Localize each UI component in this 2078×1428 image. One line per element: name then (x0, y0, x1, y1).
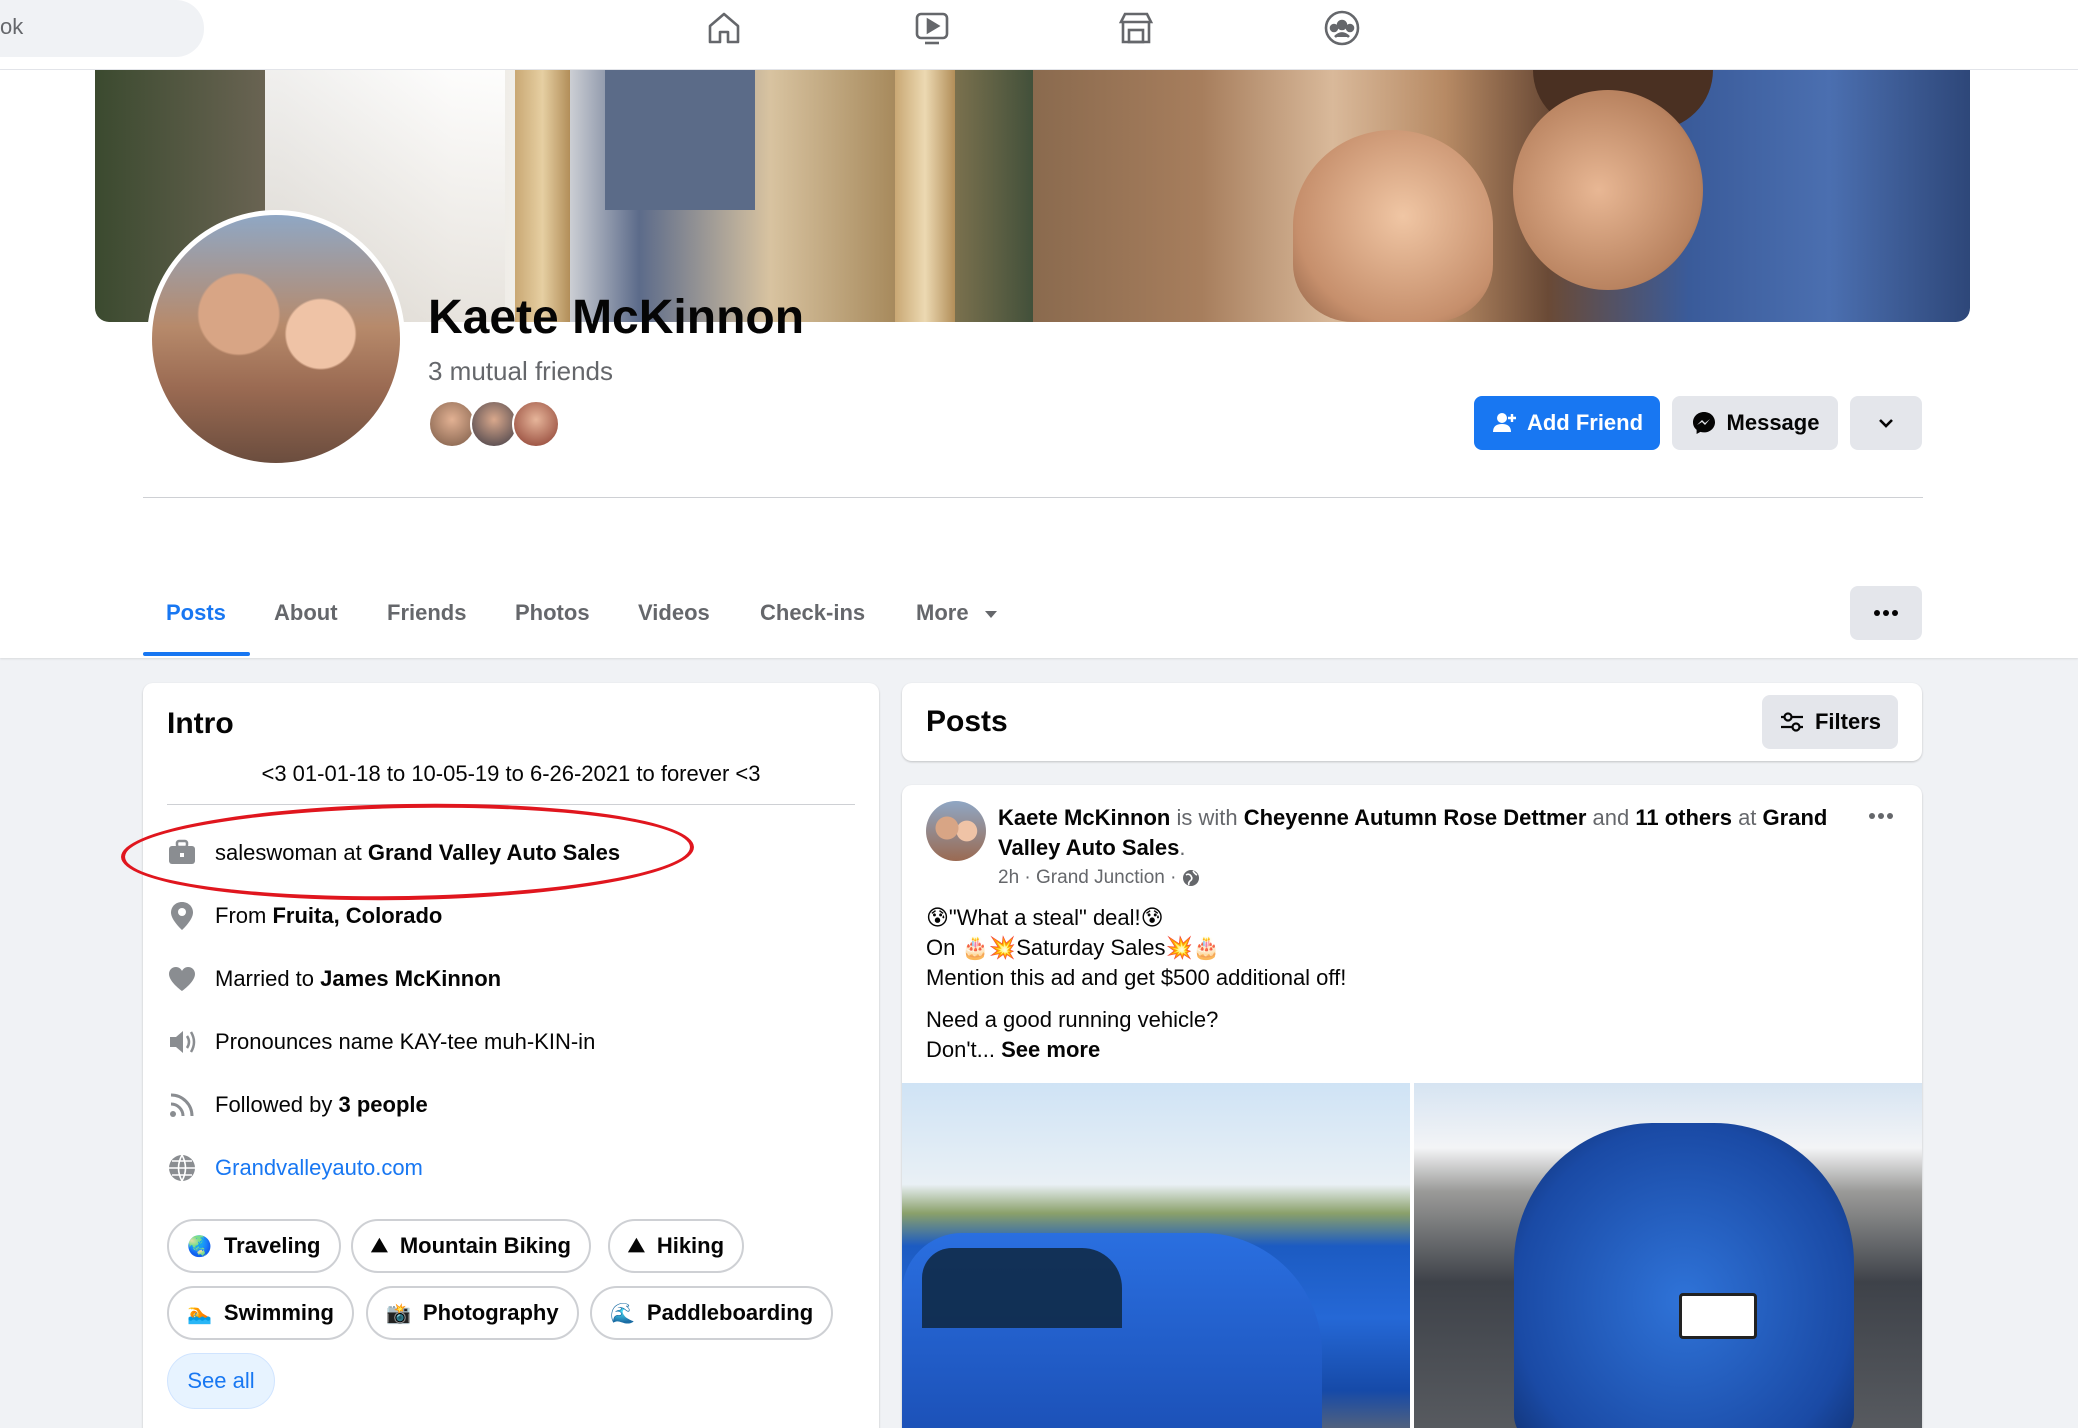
others-link[interactable]: 11 others (1635, 805, 1732, 830)
intro-card: Intro <3 01-01-18 to 10-05-19 to 6-26-20… (120, 683, 879, 1428)
tab-friends[interactable]: Friends (387, 600, 466, 626)
header-divider (143, 497, 1923, 498)
post-options-button[interactable] (1868, 807, 1894, 825)
watch-icon[interactable] (912, 8, 952, 48)
website-link[interactable]: Grandvalleyauto.com (215, 1155, 423, 1181)
highlight-annotation-oval (120, 799, 695, 905)
intro-bio: <3 01-01-18 to 10-05-19 to 6-26-2021 to … (261, 761, 761, 786)
camera-emoji-icon: 📸 (386, 1302, 411, 1325)
post-photo-2[interactable] (1414, 1083, 1922, 1428)
intro-followers: Followed by 3 people (167, 1087, 428, 1123)
intro-website: Grandvalleyauto.com (167, 1150, 423, 1186)
more-options-button[interactable] (1850, 396, 1922, 450)
profile-avatar[interactable] (147, 210, 405, 468)
post-header: Kaete McKinnon is with Cheyenne Autumn R… (998, 805, 1828, 860)
marketplace-icon[interactable] (1116, 8, 1156, 48)
post-card: Kaete McKinnon is with Cheyenne Autumn R… (902, 785, 1922, 1428)
filters-button[interactable]: Filters (1762, 695, 1898, 749)
message-button[interactable]: Message (1672, 396, 1838, 450)
post-body: 😰"What a steal" deal!😰 On 🎂💥Saturday Sal… (926, 905, 1347, 1062)
intro-title: Intro (167, 707, 234, 740)
search-input[interactable]: ok (0, 0, 204, 57)
post-meta: 2h · Grand Junction · (998, 867, 1200, 889)
hobby-chip-mountain-biking[interactable]: ⛰ Mountain Biking (351, 1219, 591, 1273)
mutual-friend-avatar[interactable] (470, 400, 518, 448)
see-more-link[interactable]: See more (1001, 1037, 1100, 1062)
hobby-chip-photography[interactable]: 📸 Photography (366, 1286, 579, 1340)
tagged-person-link[interactable]: Cheyenne Autumn Rose Dettmer (1244, 805, 1587, 830)
tab-check-ins[interactable]: Check-ins (760, 600, 865, 626)
see-all-hobbies-button[interactable]: See all (167, 1353, 275, 1409)
location-pin-icon (167, 901, 197, 931)
post-author-avatar[interactable] (926, 801, 986, 861)
globe-icon (167, 1153, 197, 1183)
mutual-friends-link[interactable]: 3 mutual friends (428, 356, 613, 387)
top-navigation-bar: ok (0, 0, 2078, 70)
caret-down-icon (984, 611, 997, 618)
mutual-friends-avatars[interactable] (428, 400, 568, 448)
posts-header-card: Posts Filters (902, 683, 1922, 761)
chevron-down-icon (1879, 419, 1893, 428)
speaker-icon (167, 1027, 197, 1057)
intro-pronunciation[interactable]: Pronounces name KAY-tee muh-KIN-in (167, 1024, 595, 1060)
tab-videos[interactable]: Videos (638, 600, 710, 626)
tab-more[interactable]: More (916, 600, 999, 626)
followers-link[interactable]: 3 people (339, 1092, 428, 1118)
globe-emoji-icon: 🌏 (187, 1235, 212, 1258)
wave-emoji-icon: 🌊 (610, 1302, 635, 1325)
profile-actions-button[interactable] (1850, 586, 1922, 640)
mutual-friend-avatar[interactable] (428, 400, 476, 448)
post-photo-1[interactable] (902, 1083, 1410, 1428)
ellipsis-icon (1869, 813, 1893, 819)
tab-about[interactable]: About (274, 600, 338, 626)
groups-icon[interactable] (1322, 8, 1362, 48)
post-author-link[interactable]: Kaete McKinnon (998, 805, 1170, 830)
add-friend-icon (1492, 413, 1516, 432)
hobby-chip-hiking[interactable]: ⛰ Hiking (608, 1219, 745, 1273)
mutual-friend-avatar[interactable] (512, 400, 560, 448)
ellipsis-icon (1874, 610, 1898, 616)
intro-hometown: From Fruita, Colorado (167, 898, 442, 934)
hometown-link[interactable]: Fruita, Colorado (272, 903, 442, 929)
mountain-emoji-icon: ⛰ (628, 1234, 645, 1257)
posts-title: Posts (926, 705, 1008, 738)
messenger-icon (1692, 412, 1715, 434)
hobby-chip-traveling[interactable]: 🌏 Traveling (167, 1219, 341, 1273)
heart-icon (167, 964, 197, 994)
hobby-chip-swimming[interactable]: 🏊 Swimming (167, 1286, 354, 1340)
active-tab-indicator (143, 652, 250, 656)
hobby-chip-paddleboarding[interactable]: 🌊 Paddleboarding (590, 1286, 834, 1340)
cover-photo-right (1033, 70, 1970, 322)
spouse-link[interactable]: James McKinnon (320, 966, 501, 992)
tab-posts[interactable]: Posts (166, 600, 226, 626)
rss-feed-icon (167, 1090, 197, 1120)
mountain-emoji-icon: ⛰ (371, 1234, 388, 1257)
post-timestamp[interactable]: 2h · Grand Junction · (998, 867, 1176, 889)
home-icon[interactable] (704, 8, 744, 48)
tab-photos[interactable]: Photos (515, 600, 590, 626)
swimmer-emoji-icon: 🏊 (187, 1302, 212, 1325)
profile-name: Kaete McKinnon (428, 291, 805, 344)
intro-relationship: Married to James McKinnon (167, 961, 501, 997)
public-globe-icon (1183, 870, 1200, 886)
search-input-text: ok (0, 14, 24, 39)
filter-sliders-icon (1780, 712, 1803, 732)
add-friend-button[interactable]: Add Friend (1474, 396, 1660, 450)
